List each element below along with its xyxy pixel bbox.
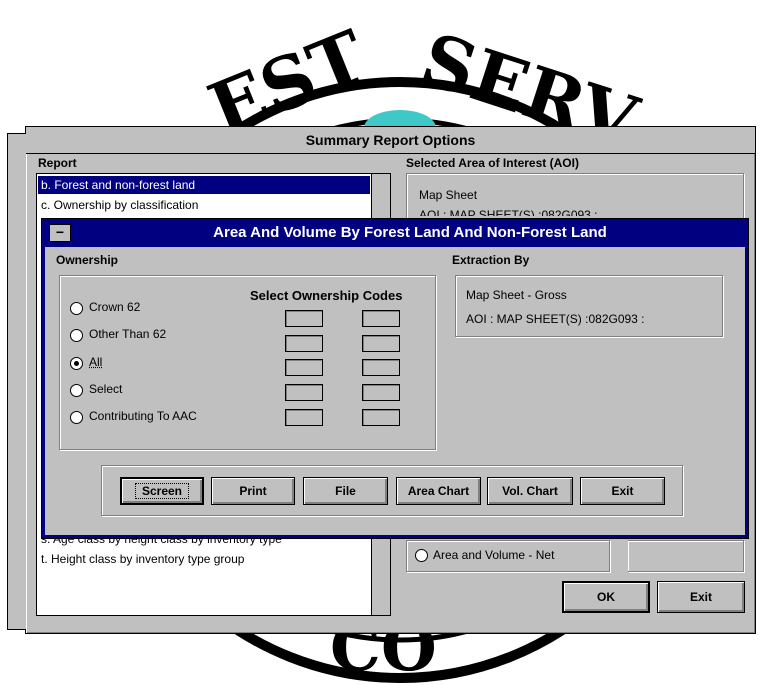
extraction-line1: Map Sheet - Gross [466, 288, 567, 302]
ownership-code-field[interactable] [285, 335, 323, 352]
list-item-selected[interactable]: b. Forest and non-forest land [38, 176, 370, 194]
list-item[interactable]: t. Height class by inventory type group [41, 552, 244, 566]
aoi-label: Selected Area of Interest (AOI) [406, 156, 579, 170]
ownership-code-field[interactable] [362, 335, 400, 352]
radio-all-label: All [89, 355, 103, 369]
radio-crown-62[interactable] [70, 302, 83, 315]
aoi-map-sheet: Map Sheet [419, 188, 478, 202]
report-label: Report [38, 156, 77, 170]
exit-button[interactable]: Exit [657, 581, 745, 613]
radio-other-than-62-label: Other Than 62 [89, 327, 167, 341]
radio-select[interactable] [70, 384, 83, 397]
dialog-title-bar[interactable]: − Area And Volume By Forest Land And Non… [45, 222, 745, 244]
aoi-group: Map Sheet AOI : MAP SHEET(S) :082G093 : [406, 173, 744, 223]
area-chart-button[interactable]: Area Chart [396, 477, 481, 505]
ownership-code-field[interactable] [285, 384, 323, 401]
screen-button[interactable]: Screen [120, 477, 204, 505]
radio-select-label: Select [89, 382, 123, 396]
ownership-label: Ownership [56, 253, 119, 267]
ownership-code-field[interactable] [362, 384, 400, 401]
radio-area-volume-net-label: Area and Volume - Net [433, 548, 555, 562]
list-item[interactable]: c. Ownership by classification [41, 198, 198, 212]
ownership-code-field[interactable] [362, 359, 400, 376]
dialog-exit-button[interactable]: Exit [580, 477, 665, 505]
print-button[interactable]: Print [211, 477, 295, 505]
extraction-line2: AOI : MAP SHEET(S) :082G093 : [466, 312, 645, 326]
system-menu-button[interactable]: − [49, 224, 71, 242]
ownership-code-field[interactable] [285, 409, 323, 426]
ownership-code-field[interactable] [362, 409, 400, 426]
file-button[interactable]: File [303, 477, 388, 505]
vol-chart-button[interactable]: Vol. Chart [487, 477, 573, 505]
window-title-bar[interactable]: Summary Report Options [26, 127, 755, 154]
ownership-code-field[interactable] [362, 310, 400, 327]
radio-contributing-aac-label: Contributing To AAC [89, 409, 197, 423]
background-window-edge [7, 133, 26, 630]
radio-all[interactable] [70, 357, 83, 370]
ownership-code-field[interactable] [285, 310, 323, 327]
right-group-edge [628, 540, 744, 572]
radio-contributing-aac[interactable] [70, 411, 83, 424]
radio-other-than-62[interactable] [70, 329, 83, 342]
window-title: Summary Report Options [305, 132, 476, 148]
extraction-group: Map Sheet - Gross AOI : MAP SHEET(S) :08… [455, 275, 723, 337]
system-menu-icon: − [55, 224, 65, 240]
net-option-group: Area and Volume - Net [406, 540, 610, 572]
dialog-title: Area And Volume By Forest Land And Non-F… [213, 224, 607, 241]
radio-crown-62-label: Crown 62 [89, 300, 141, 314]
ownership-code-field[interactable] [285, 359, 323, 376]
ok-button[interactable]: OK [562, 581, 650, 613]
extraction-label: Extraction By [452, 253, 530, 267]
select-codes-label: Select Ownership Codes [250, 288, 403, 303]
radio-area-volume-net[interactable] [415, 549, 428, 562]
